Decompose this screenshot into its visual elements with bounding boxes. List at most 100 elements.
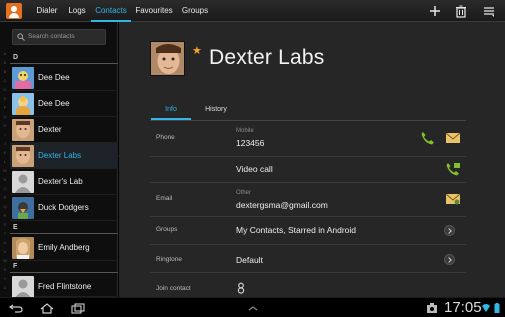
back-icon[interactable] [8, 302, 24, 314]
tab-info[interactable]: Info [151, 106, 191, 120]
join-contact-icon[interactable] [236, 282, 246, 294]
contact-name: Dee Dee [38, 99, 70, 108]
tab-history[interactable]: History [196, 106, 236, 113]
index-letter[interactable]: P [0, 193, 10, 202]
section-header-e: E [10, 223, 118, 234]
index-letter[interactable]: D [0, 85, 10, 94]
clock[interactable]: 17:05 [444, 299, 482, 316]
favourite-star-icon[interactable]: ★ [192, 46, 202, 57]
battery-icon [494, 303, 500, 313]
index-letter[interactable]: I [0, 130, 10, 139]
search-input[interactable]: Search contacts [12, 29, 106, 45]
index-letter[interactable]: A [0, 58, 10, 67]
tab-favourites[interactable]: Favourites [133, 0, 175, 22]
phone-type: Mobile [236, 128, 254, 134]
ringtone-label: Ringtone [156, 256, 183, 263]
contact-list-panel: Search contacts # A B C D E F G H I J K L M N O P Q R S T U V W… [0, 22, 122, 298]
email-type: Other [236, 190, 252, 196]
email-icon[interactable] [445, 192, 461, 206]
tab-groups[interactable]: Groups [180, 0, 210, 22]
add-contact-icon[interactable] [428, 4, 442, 18]
contact-photo[interactable] [150, 41, 185, 76]
index-letter[interactable]: S [0, 220, 10, 229]
default-avatar [12, 171, 34, 193]
join-contact-label: Join contact [156, 285, 191, 292]
groups-chevron-icon[interactable] [444, 225, 455, 236]
avatar [12, 67, 34, 89]
index-letter[interactable]: R [0, 211, 10, 220]
contact-row[interactable]: Duck Dodgers [10, 195, 118, 221]
avatar [12, 119, 34, 141]
default-avatar [12, 276, 34, 298]
ringtone-chevron-icon[interactable] [444, 254, 455, 265]
contact-row[interactable]: Dexter [10, 117, 118, 143]
contact-detail-panel: ★ Dexter Labs Info History Phone Mobile … [119, 22, 505, 297]
index-letter[interactable]: Z [0, 283, 10, 292]
video-call-label[interactable]: Video call [236, 164, 273, 174]
overflow-menu-icon[interactable] [482, 4, 496, 18]
call-icon[interactable] [419, 131, 435, 145]
system-navigation-bar: 17:05 [0, 297, 505, 317]
index-letter[interactable]: T [0, 229, 10, 238]
contact-name: Dexter's Lab [38, 177, 83, 186]
contact-row-selected[interactable]: Dexter Labs [10, 143, 122, 169]
contact-name: Dee Dee [38, 73, 70, 82]
index-letter[interactable]: X [0, 265, 10, 274]
contact-name: Fred Flintstone [38, 282, 92, 291]
index-letter[interactable]: G [0, 112, 10, 121]
divider [150, 244, 466, 245]
index-letter[interactable]: V [0, 247, 10, 256]
search-icon [17, 33, 25, 41]
index-letter[interactable]: K [0, 148, 10, 157]
index-letter[interactable]: Y [0, 274, 10, 283]
divider [150, 272, 466, 273]
wifi-icon [482, 304, 490, 312]
index-letter[interactable]: L [0, 157, 10, 166]
tab-divider [150, 120, 466, 121]
email-address[interactable]: dextergsma@gmail.com [236, 200, 328, 210]
message-icon[interactable] [445, 131, 461, 145]
index-letter[interactable]: B [0, 67, 10, 76]
contact-name: Duck Dodgers [38, 203, 89, 212]
tab-contacts[interactable]: Contacts [91, 0, 131, 22]
contact-row[interactable]: Emily Andberg [10, 235, 118, 261]
video-call-icon[interactable] [445, 162, 461, 176]
avatar [12, 237, 34, 259]
action-bar: Dialer Logs Contacts Favourites Groups [0, 0, 505, 22]
section-header-d: D [10, 53, 118, 64]
index-letter[interactable]: F [0, 103, 10, 112]
index-letter[interactable]: C [0, 76, 10, 85]
index-letter[interactable]: W [0, 256, 10, 265]
ringtone-value[interactable]: Default [236, 255, 263, 265]
home-icon[interactable] [39, 302, 55, 314]
screenshot-notification-icon[interactable] [426, 302, 438, 314]
groups-value[interactable]: My Contacts, Starred in Android [236, 225, 356, 235]
tab-dialer[interactable]: Dialer [30, 0, 64, 22]
index-letter[interactable]: H [0, 121, 10, 130]
contact-row[interactable]: Dexter's Lab [10, 169, 118, 195]
recent-apps-icon[interactable] [70, 302, 86, 314]
phone-number[interactable]: 123456 [236, 138, 264, 148]
index-letter[interactable]: # [0, 49, 10, 58]
delete-icon[interactable] [454, 4, 468, 18]
index-letter[interactable]: O [0, 184, 10, 193]
index-letter[interactable]: N [0, 175, 10, 184]
contact-row[interactable]: Dee Dee [10, 65, 118, 91]
tab-logs[interactable]: Logs [64, 0, 90, 22]
index-letter[interactable]: M [0, 166, 10, 175]
email-label: Email [156, 195, 173, 202]
index-letter[interactable]: E [0, 94, 10, 103]
contact-row[interactable]: Dee Dee [10, 91, 118, 117]
menu-chevron-up-icon[interactable] [245, 302, 261, 314]
divider [150, 216, 466, 217]
divider [150, 156, 466, 157]
contacts-app-icon[interactable] [6, 3, 22, 19]
index-letter[interactable]: Q [0, 202, 10, 211]
contact-name: Dexter Labs [38, 151, 82, 160]
contact-name: Emily Andberg [38, 243, 90, 252]
fast-scroll-index[interactable]: # A B C D E F G H I J K L M N O P Q R S T U V W X Y Z [0, 49, 10, 297]
contact-row[interactable]: Fred Flintstone [10, 274, 118, 298]
avatar [12, 93, 34, 115]
index-letter[interactable]: U [0, 238, 10, 247]
index-letter[interactable]: J [0, 139, 10, 148]
